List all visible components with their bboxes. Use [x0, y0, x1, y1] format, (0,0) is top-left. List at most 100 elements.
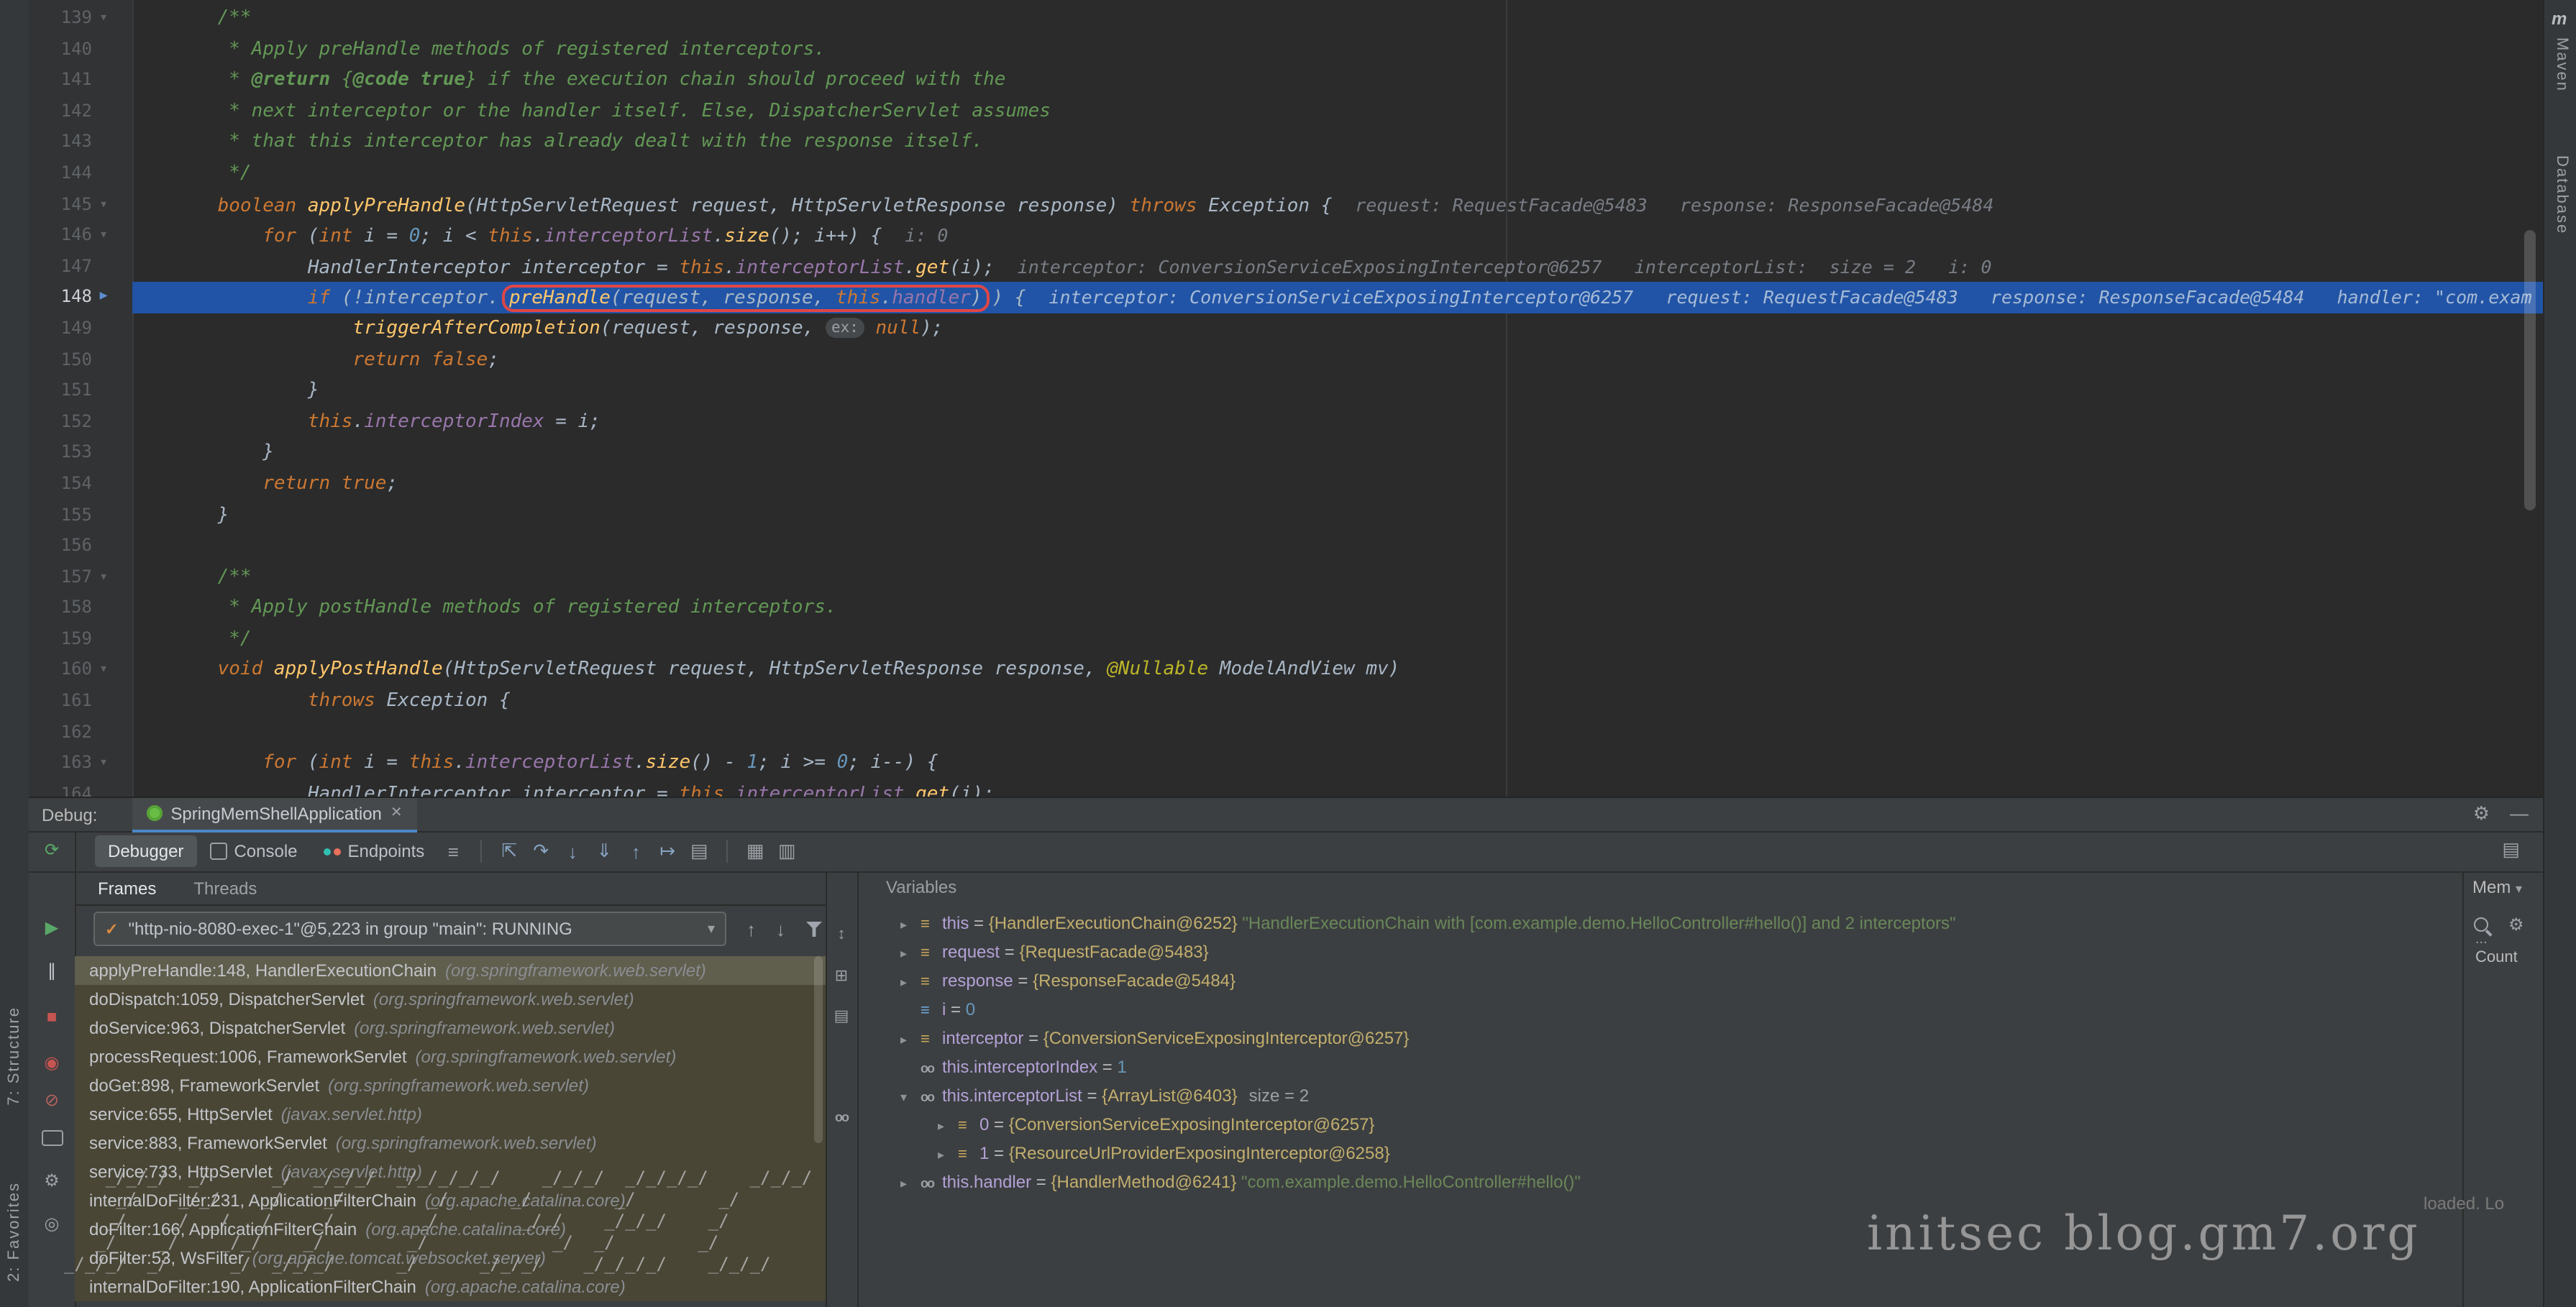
- code-line[interactable]: [132, 531, 2543, 561]
- variable-row[interactable]: oothis.interceptorIndex = 1: [857, 1053, 2462, 1081]
- code-line[interactable]: triggerAfterCompletion(request, response…: [132, 313, 2543, 344]
- memory-view-icon[interactable]: ▤: [2502, 838, 2520, 861]
- close-icon[interactable]: ✕: [390, 805, 403, 821]
- gear-icon[interactable]: ⚙: [2508, 914, 2524, 935]
- gutter-line[interactable]: 144: [29, 158, 132, 189]
- step-into-icon[interactable]: ↓: [557, 840, 588, 862]
- pause-icon[interactable]: ∥: [29, 960, 75, 981]
- layout-settings-icon[interactable]: ▥: [771, 840, 803, 863]
- hide-library-frames-filter-icon[interactable]: [805, 921, 823, 937]
- sidebar-item-favorites[interactable]: 2: Favorites: [6, 1182, 23, 1282]
- code-line[interactable]: */: [132, 624, 2543, 655]
- gutter-line[interactable]: 162: [29, 717, 132, 748]
- mute-breakpoints-icon[interactable]: ⊘: [29, 1090, 75, 1110]
- gutter-line[interactable]: 158: [29, 593, 132, 624]
- gutter-line[interactable]: 156: [29, 531, 132, 561]
- frame-row[interactable]: service:655, HttpServlet(javax.servlet.h…: [75, 1100, 826, 1129]
- gutter-line[interactable]: 141: [29, 65, 132, 96]
- grid-icon[interactable]: ⊞: [826, 966, 857, 985]
- variable-row[interactable]: ▸≡0 = {ConversionServiceExposingIntercep…: [857, 1110, 2462, 1139]
- code-line[interactable]: return false;: [132, 344, 2543, 375]
- frame-row[interactable]: service:883, FrameworkServlet(org.spring…: [75, 1129, 826, 1157]
- chevron-right-icon[interactable]: ▸: [900, 939, 921, 966]
- code-editor[interactable]: 138139▾140141142143144145▾146▾147148▶149…: [29, 0, 2543, 797]
- code-line[interactable]: HandlerInterceptor interceptor = this.in…: [132, 252, 2543, 283]
- tab-threads[interactable]: Threads: [193, 878, 257, 898]
- gutter-line[interactable]: 147: [29, 252, 132, 283]
- tab-debugger[interactable]: Debugger: [95, 835, 196, 867]
- frame-up-icon[interactable]: ↑: [746, 918, 756, 940]
- thread-selector-dropdown[interactable]: ✓ "http-nio-8080-exec-1"@5,223 in group …: [93, 912, 726, 946]
- stop-icon[interactable]: ■: [29, 1006, 75, 1027]
- variable-row[interactable]: ▸≡1 = {ResourceUrlProviderExposingInterc…: [857, 1139, 2462, 1168]
- step-out-icon[interactable]: ↑: [620, 840, 652, 862]
- gutter-line[interactable]: 154: [29, 469, 132, 500]
- sort-icon[interactable]: ↕: [826, 926, 857, 943]
- sidebar-item-database[interactable]: Database: [2553, 155, 2570, 234]
- rerun-icon[interactable]: ⟳: [29, 840, 75, 860]
- code-line[interactable]: for (int i = this.interceptorList.size()…: [132, 748, 2543, 779]
- chevron-right-icon[interactable]: ▸: [900, 1025, 921, 1053]
- frame-down-icon[interactable]: ↓: [776, 918, 785, 940]
- gutter-line[interactable]: 139▾: [29, 3, 132, 34]
- gutter-line[interactable]: 151: [29, 375, 132, 406]
- gutter-line[interactable]: 150: [29, 344, 132, 375]
- variable-row[interactable]: ▸≡this = {HandlerExecutionChain@6252} "H…: [857, 909, 2462, 937]
- chevron-right-icon[interactable]: ▸: [938, 1111, 958, 1139]
- code-line[interactable]: * @return {@code true} if the execution …: [132, 65, 2543, 96]
- camera-icon[interactable]: [29, 1130, 75, 1150]
- minimize-icon[interactable]: —: [2510, 802, 2529, 825]
- variable-row[interactable]: ≡i = 0: [857, 995, 2462, 1024]
- force-step-into-icon[interactable]: ⇓: [588, 840, 620, 863]
- evaluate-expression-icon[interactable]: ▤: [683, 840, 715, 863]
- fold-marker-icon[interactable]: ▾: [92, 220, 115, 251]
- frame-row[interactable]: internalDoFilter:190, ApplicationFilterC…: [75, 1272, 826, 1301]
- frames-scrollbar-thumb[interactable]: [814, 956, 823, 1143]
- chevron-right-icon[interactable]: ▸: [900, 1169, 921, 1196]
- gutter-line[interactable]: 163▾: [29, 748, 132, 779]
- restore-layout-icon[interactable]: ▦: [739, 840, 771, 863]
- gutter-line[interactable]: 143: [29, 127, 132, 158]
- code-line[interactable]: for (int i = 0; i < this.interceptorList…: [132, 220, 2543, 251]
- frame-row[interactable]: applyPreHandle:148, HandlerExecutionChai…: [75, 956, 826, 985]
- gutter-line[interactable]: 153: [29, 438, 132, 469]
- show-execution-point-icon[interactable]: ⇱: [493, 840, 525, 863]
- code-line[interactable]: }: [132, 375, 2543, 406]
- code-line[interactable]: this.interceptorIndex = i;: [132, 406, 2543, 437]
- gutter-line[interactable]: 160▾: [29, 655, 132, 686]
- gutter-line[interactable]: 148▶: [29, 283, 132, 313]
- step-over-icon[interactable]: ↷: [525, 840, 557, 863]
- code-line[interactable]: throws Exception {: [132, 686, 2543, 717]
- fold-marker-icon[interactable]: ▾: [92, 561, 115, 592]
- fold-marker-icon[interactable]: ▾: [92, 655, 115, 686]
- code-line[interactable]: * that this interceptor has already deal…: [132, 127, 2543, 158]
- code-line[interactable]: HandlerInterceptor interceptor = this.in…: [132, 779, 2543, 797]
- chevron-right-icon[interactable]: ▸: [938, 1140, 958, 1168]
- code-line[interactable]: * Apply preHandle methods of registered …: [132, 34, 2543, 65]
- sidebar-item-structure[interactable]: 7: Structure: [6, 1006, 23, 1106]
- sidebar-item-maven[interactable]: Maven: [2553, 37, 2570, 92]
- variable-row[interactable]: ▸oothis.handler = {HandlerMethod@6241} "…: [857, 1168, 2462, 1196]
- gutter-line[interactable]: 146▾: [29, 220, 132, 251]
- code-line[interactable]: */: [132, 158, 2543, 189]
- code-line[interactable]: }: [132, 500, 2543, 531]
- fold-marker-icon[interactable]: ▾: [92, 3, 115, 34]
- search-icon[interactable]: [2474, 917, 2488, 932]
- run-to-cursor-icon[interactable]: ↦: [652, 840, 683, 863]
- variable-row[interactable]: ▸≡response = {ResponseFacade@5484}: [857, 966, 2462, 995]
- variable-row[interactable]: ▸≡interceptor = {ConversionServiceExposi…: [857, 1024, 2462, 1053]
- tab-console[interactable]: Console: [196, 835, 310, 867]
- editor-scrollbar-thumb[interactable]: [2524, 230, 2536, 510]
- tab-endpoints[interactable]: Endpoints: [311, 835, 438, 867]
- tab-frames[interactable]: Frames: [98, 878, 156, 898]
- frame-row[interactable]: doGet:898, FrameworkServlet(org.springfr…: [75, 1071, 826, 1100]
- code-line[interactable]: * next interceptor or the handler itself…: [132, 96, 2543, 127]
- gutter-line[interactable]: 142: [29, 96, 132, 127]
- variable-row[interactable]: ▾oothis.interceptorList = {ArrayList@640…: [857, 1081, 2462, 1110]
- gutter-line[interactable]: 157▾: [29, 561, 132, 592]
- code-line[interactable]: boolean applyPreHandle(HttpServletReques…: [132, 189, 2543, 220]
- code-area[interactable]: /** * Apply preHandle methods of registe…: [132, 0, 2543, 797]
- gutter-line[interactable]: 152: [29, 406, 132, 437]
- debug-session-tab[interactable]: SpringMemShellApplication ✕: [132, 797, 416, 832]
- gutter-line[interactable]: 161: [29, 686, 132, 717]
